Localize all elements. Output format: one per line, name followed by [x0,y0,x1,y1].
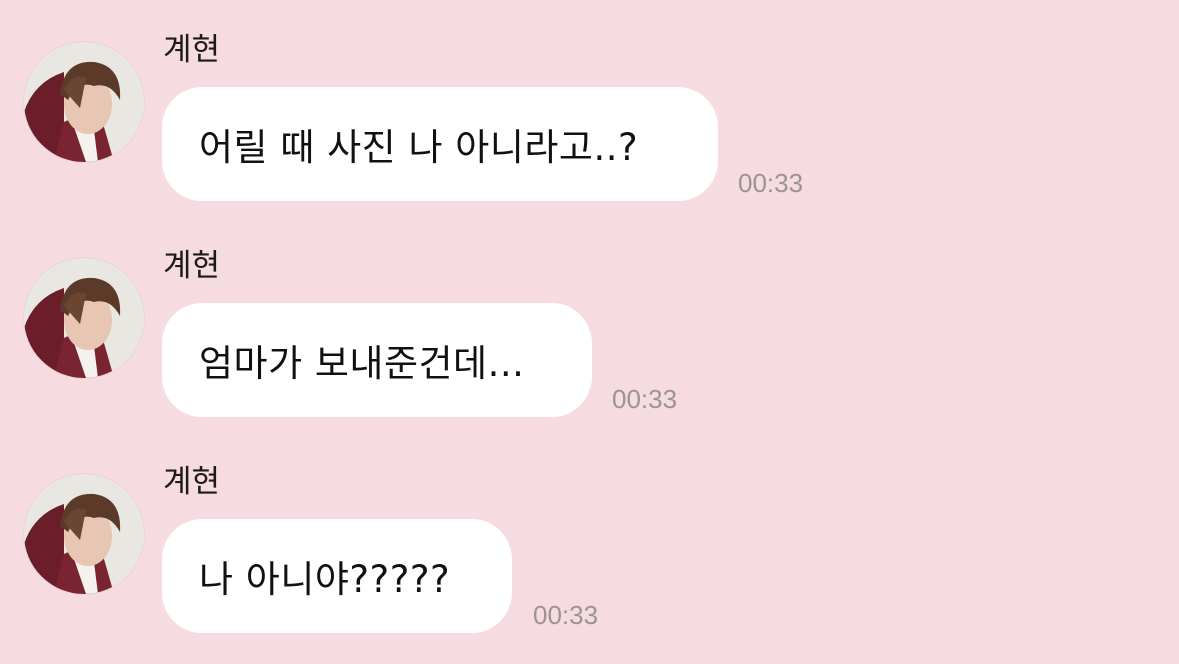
profile-avatar[interactable] [24,474,144,594]
message-timestamp: 00:33 [738,168,804,198]
message-text: 어릴 때 사진 나 아니라고..? [199,126,639,169]
message-bubble[interactable]: 엄마가 보내준건데... [162,303,592,417]
message-bubble[interactable]: 어릴 때 사진 나 아니라고..? [162,87,718,201]
message-timestamp: 00:33 [612,384,678,414]
chat-message: 계현 어릴 때 사진 나 아니라고..? 00:33 [0,0,1179,216]
sender-name: 계현 [163,464,221,500]
chat-message: 계현 엄마가 보내준건데... 00:33 [0,216,1179,432]
profile-avatar[interactable] [24,42,144,162]
message-bubble[interactable]: 나 아니야????? [162,519,512,633]
message-text: 나 아니야????? [199,558,451,601]
profile-avatar[interactable] [24,258,144,378]
sender-name: 계현 [163,32,221,68]
message-timestamp: 00:33 [533,600,599,630]
message-text: 엄마가 보내준건데... [199,342,525,385]
sender-name: 계현 [163,248,221,284]
chat-message: 계현 나 아니야????? 00:33 [0,432,1179,648]
